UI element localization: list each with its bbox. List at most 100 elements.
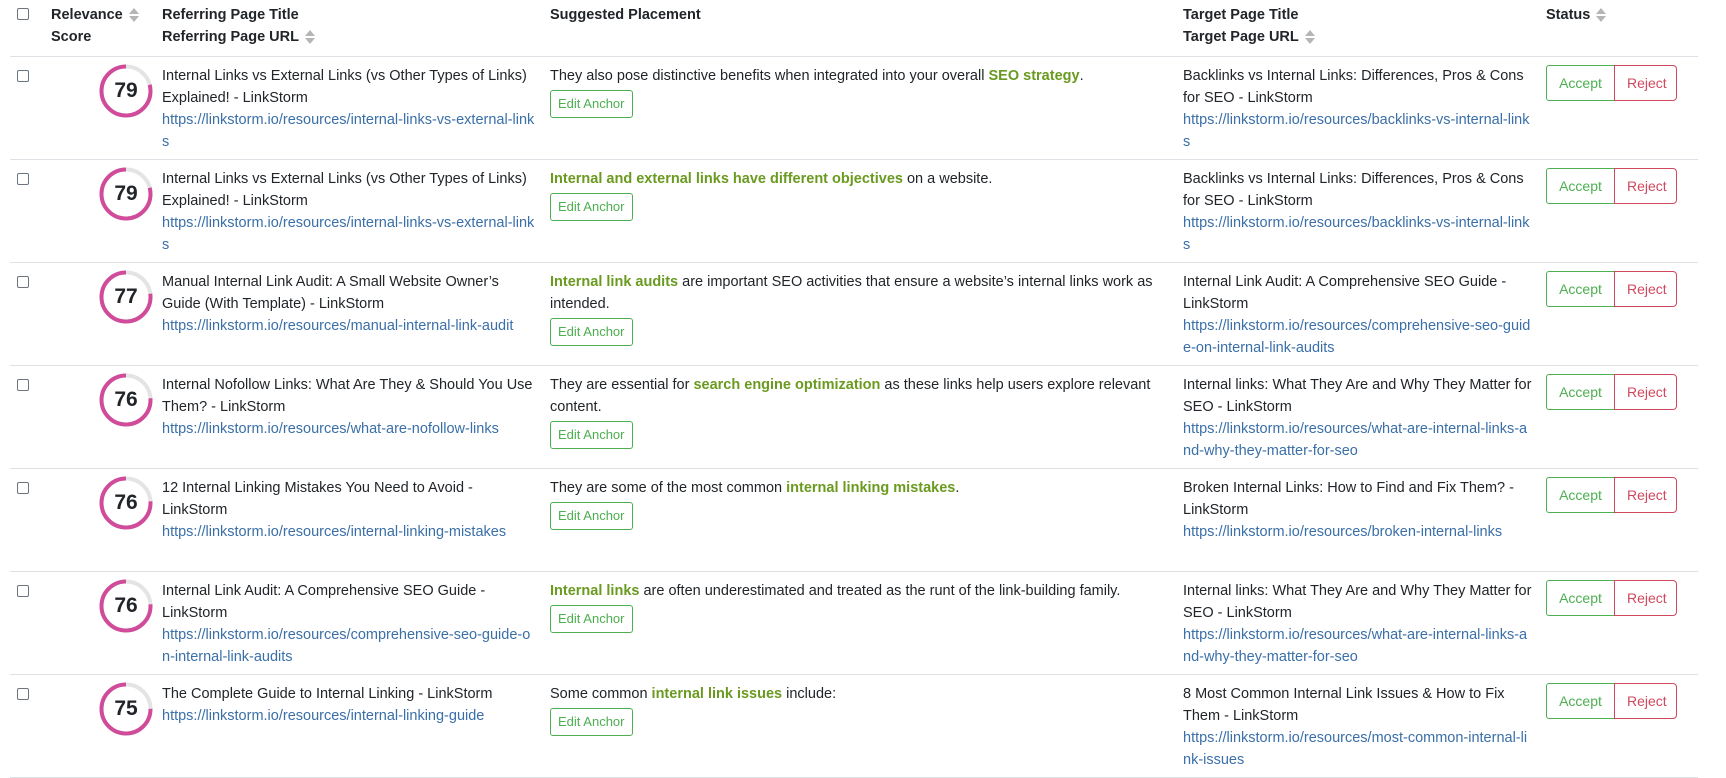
sort-icon[interactable]: [128, 8, 139, 23]
reject-button[interactable]: Reject: [1614, 65, 1677, 101]
relevance-score-ring: 76: [98, 475, 154, 531]
status-button-group: Accept Reject: [1546, 683, 1698, 719]
reject-button[interactable]: Reject: [1614, 683, 1677, 719]
accept-button[interactable]: Accept: [1546, 168, 1615, 204]
sort-icon[interactable]: [304, 30, 315, 45]
header-status[interactable]: Status: [1546, 0, 1698, 56]
table-row: 76 Internal Link Audit: A Comprehensive …: [10, 572, 1698, 675]
status-button-group: Accept Reject: [1546, 580, 1698, 616]
target-page-cell: Internal Link Audit: A Comprehensive SEO…: [1183, 263, 1546, 365]
suggested-placement-cell: Some common internal link issues include…: [550, 675, 1183, 777]
suggested-sentence: They are essential for search engine opt…: [550, 374, 1169, 418]
reject-button[interactable]: Reject: [1614, 168, 1677, 204]
referring-page-url[interactable]: https://linkstorm.io/resources/what-are-…: [162, 418, 536, 440]
target-page-title: Backlinks vs Internal Links: Differences…: [1183, 171, 1524, 209]
target-page-url[interactable]: https://linkstorm.io/resources/backlinks…: [1183, 109, 1532, 153]
accept-button[interactable]: Accept: [1546, 683, 1615, 719]
suggested-sentence: They also pose distinctive benefits when…: [550, 65, 1169, 87]
target-page-cell: Broken Internal Links: How to Find and F…: [1183, 469, 1546, 571]
relevance-score-ring: 76: [98, 578, 154, 634]
edit-anchor-button[interactable]: Edit Anchor: [550, 421, 633, 449]
select-all-checkbox[interactable]: [17, 8, 29, 20]
header-tgt-url-label: Target Page URL: [1183, 29, 1299, 45]
header-target[interactable]: Target Page Title Target Page URL: [1183, 0, 1546, 56]
edit-anchor-button[interactable]: Edit Anchor: [550, 708, 633, 736]
header-ref-title-label: Referring Page Title: [162, 7, 299, 23]
accept-button[interactable]: Accept: [1546, 374, 1615, 410]
sort-icon[interactable]: [1304, 30, 1315, 45]
accept-button[interactable]: Accept: [1546, 477, 1615, 513]
table-row: 76 Internal Nofollow Links: What Are The…: [10, 366, 1698, 469]
row-checkbox[interactable]: [17, 688, 29, 700]
score-cell: 75: [51, 675, 162, 777]
accept-button[interactable]: Accept: [1546, 65, 1615, 101]
anchor-text: Internal link audits: [550, 274, 679, 290]
table-row: 77 Manual Internal Link Audit: A Small W…: [10, 263, 1698, 366]
referring-page-title: Internal Nofollow Links: What Are They &…: [162, 377, 533, 415]
target-page-url[interactable]: https://linkstorm.io/resources/what-are-…: [1183, 624, 1532, 668]
score-cell: 76: [51, 469, 162, 571]
row-check-cell: [10, 57, 51, 159]
target-page-title: Broken Internal Links: How to Find and F…: [1183, 480, 1514, 518]
table-row: 75 The Complete Guide to Internal Linkin…: [10, 675, 1698, 778]
status-cell: Accept Reject: [1546, 572, 1698, 674]
suggested-sentence: Some common internal link issues include…: [550, 683, 1169, 705]
header-score[interactable]: Relevance Score: [51, 0, 162, 56]
anchor-text: Internal and external links have differe…: [550, 171, 903, 187]
edit-anchor-button[interactable]: Edit Anchor: [550, 318, 633, 346]
reject-button[interactable]: Reject: [1614, 271, 1677, 307]
reject-button[interactable]: Reject: [1614, 580, 1677, 616]
suggested-placement-cell: Internal links are often underestimated …: [550, 572, 1183, 674]
target-page-url[interactable]: https://linkstorm.io/resources/what-are-…: [1183, 418, 1532, 462]
table-body: 79 Internal Links vs External Links (vs …: [10, 57, 1698, 778]
suggested-placement-cell: They also pose distinctive benefits when…: [550, 57, 1183, 159]
target-page-url[interactable]: https://linkstorm.io/resources/broken-in…: [1183, 521, 1532, 543]
status-button-group: Accept Reject: [1546, 374, 1698, 410]
target-page-cell: 8 Most Common Internal Link Issues & How…: [1183, 675, 1546, 777]
edit-anchor-button[interactable]: Edit Anchor: [550, 502, 633, 530]
suggested-sentence: Internal link audits are important SEO a…: [550, 271, 1169, 315]
score-cell: 79: [51, 160, 162, 262]
row-checkbox[interactable]: [17, 173, 29, 185]
table-row: 79 Internal Links vs External Links (vs …: [10, 57, 1698, 160]
relevance-score-ring: 75: [98, 681, 154, 737]
row-checkbox[interactable]: [17, 379, 29, 391]
target-page-url[interactable]: https://linkstorm.io/resources/comprehen…: [1183, 315, 1532, 359]
score-cell: 79: [51, 57, 162, 159]
reject-button[interactable]: Reject: [1614, 374, 1677, 410]
suggested-sentence: They are some of the most common interna…: [550, 477, 1169, 499]
sentence-after: .: [955, 480, 960, 496]
header-suggested-label: Suggested Placement: [550, 7, 701, 23]
referring-page-url[interactable]: https://linkstorm.io/resources/comprehen…: [162, 624, 536, 668]
row-checkbox[interactable]: [17, 70, 29, 82]
edit-anchor-button[interactable]: Edit Anchor: [550, 605, 633, 633]
row-checkbox[interactable]: [17, 585, 29, 597]
referring-page-url[interactable]: https://linkstorm.io/resources/manual-in…: [162, 315, 536, 337]
accept-button[interactable]: Accept: [1546, 580, 1615, 616]
edit-anchor-button[interactable]: Edit Anchor: [550, 193, 633, 221]
row-checkbox[interactable]: [17, 482, 29, 494]
target-page-title: Backlinks vs Internal Links: Differences…: [1183, 68, 1524, 106]
edit-anchor-button[interactable]: Edit Anchor: [550, 90, 633, 118]
row-checkbox[interactable]: [17, 276, 29, 288]
reject-button[interactable]: Reject: [1614, 477, 1677, 513]
referring-page-title: Internal Links vs External Links (vs Oth…: [162, 68, 527, 106]
header-referring[interactable]: Referring Page Title Referring Page URL: [162, 0, 550, 56]
target-page-title: 8 Most Common Internal Link Issues & How…: [1183, 686, 1505, 724]
referring-page-title: 12 Internal Linking Mistakes You Need to…: [162, 480, 473, 518]
status-button-group: Accept Reject: [1546, 271, 1698, 307]
referring-page-url[interactable]: https://linkstorm.io/resources/internal-…: [162, 212, 536, 256]
target-page-url[interactable]: https://linkstorm.io/resources/most-comm…: [1183, 727, 1532, 771]
referring-page-url[interactable]: https://linkstorm.io/resources/internal-…: [162, 109, 536, 153]
target-page-url[interactable]: https://linkstorm.io/resources/backlinks…: [1183, 212, 1532, 256]
referring-page-url[interactable]: https://linkstorm.io/resources/internal-…: [162, 521, 536, 543]
referring-page-title: Manual Internal Link Audit: A Small Webs…: [162, 274, 499, 312]
suggested-placement-cell: Internal link audits are important SEO a…: [550, 263, 1183, 365]
sort-icon[interactable]: [1596, 8, 1607, 23]
table-header: Relevance Score Referring Page Title Ref…: [10, 0, 1698, 57]
status-cell: Accept Reject: [1546, 57, 1698, 159]
referring-page-cell: The Complete Guide to Internal Linking -…: [162, 675, 550, 777]
referring-page-url[interactable]: https://linkstorm.io/resources/internal-…: [162, 705, 536, 727]
target-page-cell: Internal links: What They Are and Why Th…: [1183, 366, 1546, 468]
accept-button[interactable]: Accept: [1546, 271, 1615, 307]
